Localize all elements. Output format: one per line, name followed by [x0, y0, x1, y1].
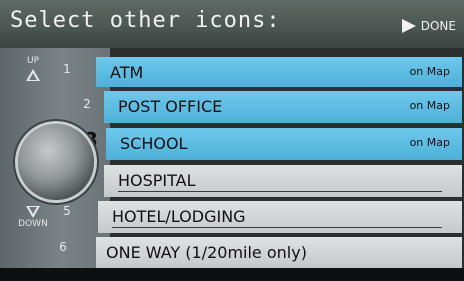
divider	[118, 191, 442, 192]
item-name: HOSPITAL	[118, 171, 196, 190]
item-name: SCHOOL	[120, 134, 188, 153]
item-status: on Map	[409, 136, 450, 149]
selector-knob[interactable]	[18, 124, 94, 200]
scroll-up-button[interactable]: UP	[18, 56, 48, 86]
row-number-6: 6	[59, 240, 67, 254]
done-label: DONE	[420, 19, 456, 33]
list-item-hotel-lodging[interactable]: HOTEL/LODGING	[98, 201, 462, 233]
screen: Select other icons: DONE 1 2 3 4 5 6 UP …	[0, 0, 464, 281]
row-number-1: 1	[63, 62, 71, 76]
item-status: on Map	[409, 65, 450, 78]
list-item-one-way[interactable]: ONE WAY (1/20mile only)	[96, 237, 462, 268]
item-name: ATM	[110, 63, 144, 82]
item-status: on Map	[409, 99, 450, 112]
bottom-strip	[0, 268, 464, 281]
row-number-5: 5	[63, 204, 71, 218]
item-name: HOTEL/LODGING	[112, 207, 246, 226]
item-name: POST OFFICE	[118, 97, 223, 116]
list-item-hospital[interactable]: HOSPITAL	[104, 165, 462, 197]
scroll-down-label: DOWN	[18, 219, 48, 229]
divider	[112, 227, 442, 228]
list-item-post-office[interactable]: POST OFFICE on Map	[104, 91, 462, 123]
row-number-2: 2	[83, 97, 91, 111]
scroll-down-button[interactable]: DOWN	[18, 206, 48, 236]
done-button[interactable]: DONE	[401, 15, 456, 37]
page-title: Select other icons:	[10, 8, 281, 33]
list-item-school[interactable]: SCHOOL on Map	[106, 128, 462, 160]
up-arrow-icon	[26, 69, 40, 81]
play-triangle-icon	[401, 19, 416, 33]
index-column: 1 2 3 4 5 6 UP DOWN	[0, 48, 110, 268]
scroll-up-label: UP	[26, 56, 39, 66]
header-bar: Select other icons: DONE	[0, 0, 464, 48]
item-name: ONE WAY (1/20mile only)	[106, 243, 307, 262]
down-arrow-icon	[26, 206, 40, 218]
list-item-atm[interactable]: ATM on Map	[96, 57, 462, 87]
